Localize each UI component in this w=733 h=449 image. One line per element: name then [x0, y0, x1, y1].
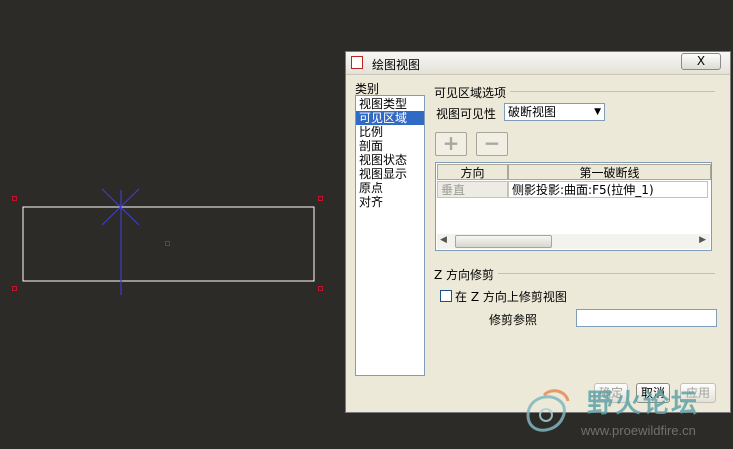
view-center-marker: [165, 241, 170, 246]
close-button[interactable]: X: [681, 53, 721, 70]
z-clip-checkbox-label[interactable]: 在 Z 方向上修剪视图: [455, 288, 567, 305]
dropdown-arrow-icon: ▼: [594, 107, 601, 117]
scroll-right-icon[interactable]: ▶: [699, 235, 706, 245]
category-item-section[interactable]: 剖面: [356, 139, 424, 153]
view-corner-marker: [12, 196, 17, 201]
z-clip-group-title: Z 方向修剪: [434, 266, 499, 283]
scrollbar-thumb[interactable]: [455, 235, 552, 248]
plus-icon: +: [442, 131, 460, 155]
watermark-url: www.proewildfire.cn: [581, 423, 696, 438]
drawing-view-graphic: [12, 188, 323, 295]
remove-break-button[interactable]: −: [476, 132, 508, 156]
add-break-button[interactable]: +: [435, 132, 467, 156]
visible-area-group-title: 可见区域选项: [434, 84, 511, 101]
drawing-view-dialog: 绘图视图 X 类别 视图类型 可见区域 比例 剖面 视图状态 视图显示 原点 对…: [345, 51, 731, 413]
watermark: 野火论坛 www.proewildfire.cn: [520, 379, 728, 443]
table-cell-direction[interactable]: 垂直: [437, 181, 508, 198]
visibility-label: 视图可见性: [436, 107, 497, 121]
clip-reference-input[interactable]: [576, 309, 717, 327]
watermark-text: 野火论坛: [587, 389, 700, 419]
category-item-alignment[interactable]: 对齐: [356, 195, 424, 209]
category-item-view-display[interactable]: 视图显示: [356, 167, 424, 181]
dialog-title: 绘图视图: [372, 58, 421, 72]
category-item-scale[interactable]: 比例: [356, 125, 424, 139]
view-corner-marker: [12, 286, 17, 291]
view-corner-marker: [318, 196, 323, 201]
break-table[interactable]: 方向 第一破断线 垂直 侧影投影:曲面:F5(拉伸_1) ◀ ▶: [435, 162, 712, 251]
view-corner-marker: [318, 286, 323, 291]
minus-icon: −: [483, 131, 501, 155]
z-clip-checkbox[interactable]: [440, 290, 452, 302]
dialog-app-icon: [351, 56, 363, 69]
horizontal-scrollbar[interactable]: ◀ ▶: [437, 234, 710, 249]
table-cell-first-break[interactable]: 侧影投影:曲面:F5(拉伸_1): [508, 181, 708, 198]
category-item-view-state[interactable]: 视图状态: [356, 153, 424, 167]
visibility-select-value: 破断视图: [508, 105, 557, 119]
drawing-canvas[interactable]: [0, 0, 345, 449]
column-header-direction[interactable]: 方向: [437, 164, 508, 180]
clip-reference-label: 修剪参照: [489, 313, 538, 327]
watermark-logo-icon: [526, 389, 570, 432]
category-item-visible-area[interactable]: 可见区域: [356, 111, 424, 125]
category-item-origin[interactable]: 原点: [356, 181, 424, 195]
dialog-titlebar[interactable]: 绘图视图 X: [346, 52, 730, 75]
view-outline: [22, 206, 315, 282]
categories-list[interactable]: 视图类型 可见区域 比例 剖面 视图状态 视图显示 原点 对齐: [355, 95, 425, 376]
scroll-left-icon[interactable]: ◀: [440, 235, 447, 245]
category-item-view-type[interactable]: 视图类型: [356, 97, 424, 111]
column-header-first-break[interactable]: 第一破断线: [508, 164, 711, 180]
visibility-select[interactable]: 破断视图 ▼: [504, 103, 605, 121]
